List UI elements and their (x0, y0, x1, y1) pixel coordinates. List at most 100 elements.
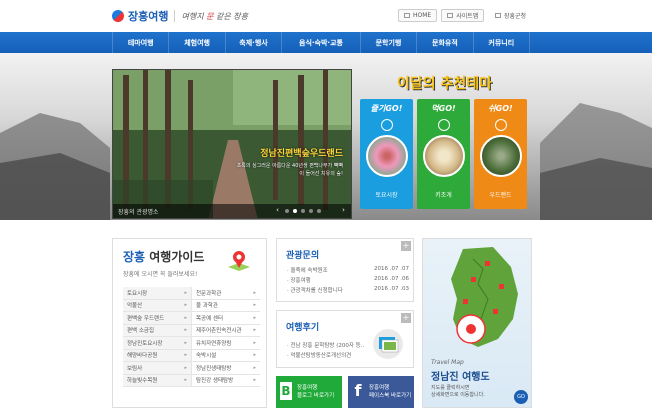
hero-slider[interactable]: 정남진편백숲우드랜드 초록의 싱그러운 아름다운 40년생 편백나무가 빽빽이 … (112, 69, 352, 219)
guide-link[interactable]: 정남진생태탐방 ▸ (192, 362, 260, 374)
guide-link[interactable]: 제주어촌민속전시관 ▸ (192, 325, 260, 337)
arrow-icon: ▸ (184, 377, 187, 384)
guide-link-label: 보림사 (127, 365, 143, 372)
guide-row: 정남진토요시장 ▸ 유치자연휴양림 ▸ (123, 337, 260, 350)
sitemap-icon (447, 13, 454, 18)
guide-link[interactable]: 천문과학관 ▸ (192, 287, 260, 299)
more-plus-icon[interactable]: + (401, 241, 411, 251)
guide-link-label: 편백 소금집 (127, 328, 155, 335)
guide-title: 장흥 여행가이드 (123, 248, 204, 265)
facebook-shortcut-button[interactable]: f 장흥여행 페이스북 바로가기 (348, 376, 414, 408)
monthly-theme-title: 이달의 추천테마 (397, 76, 493, 92)
guide-link[interactable]: 탐진강 생태탐방 ▸ (192, 375, 260, 387)
guide-link-label: 편백숲 우드랜드 (127, 315, 165, 322)
guide-row: 편백숲 우드랜드 ▸ 목공예 센터 ▸ (123, 312, 260, 325)
theme-card-rest[interactable]: 쉬GO! 우드랜드 (474, 99, 527, 209)
county-office-link[interactable]: 장흥군청 (490, 9, 531, 22)
list-item[interactable]: · 장흥여행 2016 .07 .06 (287, 276, 409, 286)
main-nav: 테마여행 체험여행 축제·행사 음식·숙박·교통 문학기행 문화유적 커뮤니티 (0, 32, 652, 53)
slide-caption-bar: 장흥의 관광명소 ‹ › (113, 204, 351, 218)
list-item[interactable]: · 억불산탐방동산로개선의견 (287, 351, 377, 361)
nav-experience[interactable]: 체험여행 (169, 32, 226, 53)
theme-card-head: 먹GO! (431, 103, 456, 113)
inquiry-panel: 관광문의 + · 올죽에 숙박원조 2016 .07 .07 · 장흥여행 2016… (276, 238, 414, 302)
county-office-label: 장흥군청 (504, 13, 527, 20)
list-item-text: · 관광객차를 신청합니다 (287, 288, 343, 294)
guide-link-label: 토요시장 (127, 290, 148, 297)
arrow-icon: ▸ (184, 302, 187, 309)
nav-theme-travel[interactable]: 테마여행 (112, 32, 170, 53)
guide-link[interactable]: 해양바다공원 ▸ (123, 349, 192, 361)
inquiry-list: · 올죽에 숙박원조 2016 .07 .07 · 장흥여행 2016 .07 .0… (287, 266, 409, 296)
guide-link[interactable]: 목공예 센터 ▸ (192, 312, 260, 324)
guide-link[interactable]: 편백 소금집 ▸ (123, 324, 192, 336)
guide-link-label: 천문과학관 (196, 290, 222, 297)
guide-row: 해양바다공원 ▸ 숙박시설 ▸ (123, 349, 260, 362)
go-button[interactable]: GO (514, 390, 528, 404)
guide-link[interactable]: 보림사 ▸ (123, 362, 192, 374)
slide-dot-active[interactable] (293, 209, 297, 213)
arrow-icon: ▸ (253, 302, 256, 309)
market-photo (366, 135, 408, 177)
slide-dot[interactable] (285, 209, 289, 213)
nav-community[interactable]: 커뮤니티 (474, 32, 530, 53)
theme-card-eat[interactable]: 먹GO! 키조개 (417, 99, 470, 209)
guide-link-label: 탐진강 생태탐방 (196, 378, 234, 385)
guide-link[interactable]: 정남진토요시장 ▸ (123, 337, 192, 349)
slide-dot[interactable] (317, 209, 321, 213)
site-logo[interactable]: 장흥여행 여행지 문 같은 장흥 (112, 8, 248, 24)
home-link[interactable]: HOME (398, 9, 438, 22)
slogan-prefix: 여행지 (181, 11, 207, 21)
theme-card-label: 키조개 (435, 192, 452, 199)
arrow-icon: ▸ (253, 314, 256, 321)
slide-description: 초록의 싱그러운 아름다운 40년생 편백나무가 빽빽이 들어선 치유의 숲! (236, 163, 343, 177)
arrow-icon: ▸ (253, 327, 256, 334)
slogan: 여행지 문 같은 장흥 (181, 11, 248, 22)
divider (174, 10, 176, 22)
guide-link-label: 숙박시설 (196, 353, 217, 360)
guide-link[interactable]: 유치자연휴양림 ▸ (192, 337, 260, 349)
shellfish-photo (423, 135, 465, 177)
review-panel: 여행후기 + · 전남 장흥 문학탐방 (200자 등.. · 억불산탐방동산로… (276, 310, 414, 368)
guide-link-label: 목공예 센터 (196, 315, 224, 322)
list-item[interactable]: · 전남 장흥 문학탐방 (200자 등.. (287, 341, 377, 351)
arrow-icon: ▸ (253, 377, 256, 384)
top-links-right: 장흥군청 (490, 9, 531, 22)
arrow-icon: ▸ (184, 352, 187, 359)
theme-card-enjoy[interactable]: 즐기GO! 토요시장 (360, 99, 413, 209)
nav-food-lodging[interactable]: 음식·숙박·교통 (282, 32, 361, 53)
guide-link-label: 제주어촌민속전시관 (196, 328, 242, 335)
travel-map-panel[interactable]: Travel Map 정남진 여행도 지도를 클릭하시면 상세화면으로 이동합니다… (422, 238, 532, 408)
top-links: HOME 사이트맵 (398, 9, 485, 22)
guide-table: 토요시장 ▸ 천문과학관 ▸ 억불산 ▸ 물 과학관 ▸ 편백숲 우드랜드 ▸ 목공예 센… (123, 287, 260, 387)
sitemap-link[interactable]: 사이트맵 (441, 9, 485, 22)
slide-photo (113, 70, 351, 218)
guide-link[interactable]: 물 과학관 ▸ (192, 300, 260, 312)
travel-guide-panel: 장흥 여행가이드 장흥에 오시면 꼭 들러보세요! 토요시장 ▸ 천문과학관 ▸ 억… (112, 238, 267, 408)
prev-slide-icon[interactable]: ‹ (273, 206, 282, 215)
nav-literature[interactable]: 문학기행 (361, 32, 418, 53)
nav-heritage[interactable]: 문화유적 (417, 32, 474, 53)
building-icon (495, 13, 501, 18)
guide-link[interactable]: 토요시장 ▸ (123, 287, 192, 299)
blog-line2: 블로그 바로가기 (297, 393, 335, 399)
nav-festival[interactable]: 축제·행사 (226, 32, 283, 53)
leaf-icon (495, 119, 507, 131)
slogan-suffix: 같은 장흥 (213, 11, 249, 21)
hero-area: 정남진편백숲우드랜드 초록의 싱그러운 아름다운 40년생 편백나무가 빽빽이 … (0, 53, 652, 220)
guide-link[interactable]: 숙박시설 ▸ (192, 350, 260, 362)
next-slide-icon[interactable]: › (339, 206, 348, 215)
map-pin-icon (228, 251, 250, 271)
site-header: 장흥여행 여행지 문 같은 장흥 HOME 사이트맵 장흥군청 (0, 0, 652, 32)
blog-shortcut-button[interactable]: B 장흥여행 블로그 바로가기 (276, 376, 342, 408)
guide-link[interactable]: 억불산 ▸ (123, 299, 192, 311)
arrow-icon: ▸ (184, 327, 187, 334)
list-item-date: 2016 .07 .06 (374, 276, 409, 282)
guide-link[interactable]: 하늘빛수목원 ▸ (123, 374, 192, 386)
list-item[interactable]: · 관광객차를 신청합니다 2016 .07 .03 (287, 286, 409, 296)
more-plus-icon[interactable]: + (401, 313, 411, 323)
guide-link[interactable]: 편백숲 우드랜드 ▸ (123, 312, 192, 324)
slide-dot[interactable] (301, 209, 305, 213)
list-item[interactable]: · 올죽에 숙박원조 2016 .07 .07 (287, 266, 409, 276)
slide-dot[interactable] (309, 209, 313, 213)
